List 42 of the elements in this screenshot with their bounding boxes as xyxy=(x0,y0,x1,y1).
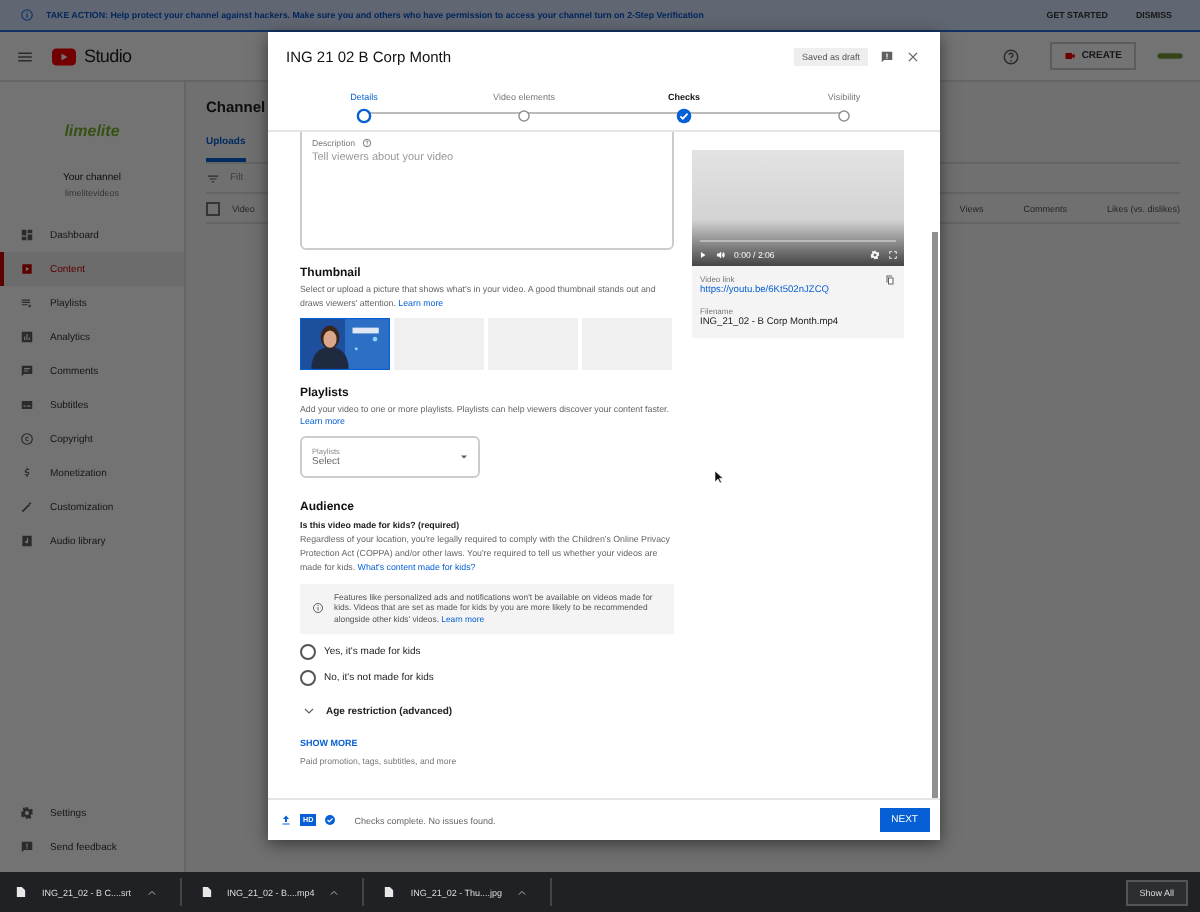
gear-icon[interactable] xyxy=(870,249,880,259)
music-icon xyxy=(20,534,34,548)
bar-chart-icon xyxy=(20,330,34,344)
radio-button[interactable] xyxy=(300,643,316,660)
check-circle-icon xyxy=(324,814,337,826)
copy-icon[interactable] xyxy=(884,274,896,286)
fullscreen-icon[interactable] xyxy=(888,249,898,259)
camera-icon xyxy=(1063,50,1076,62)
logo-text: Studio xyxy=(84,46,132,66)
feedback-icon[interactable] xyxy=(880,49,894,63)
file-icon xyxy=(384,886,395,898)
chevron-icon xyxy=(518,889,527,895)
gear-icon xyxy=(20,806,34,820)
upload-icon xyxy=(280,814,292,826)
copyright-icon xyxy=(20,432,34,446)
menu-icon[interactable] xyxy=(16,47,34,65)
video-icon xyxy=(20,262,34,276)
help-icon[interactable] xyxy=(361,138,371,148)
chevron-icon xyxy=(330,889,339,895)
chevron-icon xyxy=(147,889,156,895)
cursor-icon xyxy=(714,470,724,484)
subtitles-icon xyxy=(20,398,34,412)
play-icon[interactable] xyxy=(698,249,708,259)
play-logo-icon xyxy=(52,47,76,65)
dashboard-icon xyxy=(20,228,34,242)
close-icon[interactable] xyxy=(906,49,920,63)
magic-wand-icon xyxy=(20,500,34,514)
file-icon xyxy=(201,886,212,898)
feedback-icon xyxy=(20,840,34,854)
info-icon xyxy=(312,602,324,615)
dollar-icon xyxy=(20,466,34,480)
scrollbar[interactable] xyxy=(932,232,938,798)
playlist-icon xyxy=(20,296,34,310)
file-icon xyxy=(16,886,26,898)
help-icon[interactable] xyxy=(1001,47,1020,65)
info-icon xyxy=(20,8,34,22)
dropdown-caret-icon xyxy=(460,454,468,461)
comment-icon xyxy=(20,364,34,378)
radio-button[interactable] xyxy=(300,669,316,686)
channel-logo: limelite xyxy=(64,122,120,140)
checkbox[interactable] xyxy=(206,201,220,215)
volume-icon[interactable] xyxy=(716,249,726,259)
